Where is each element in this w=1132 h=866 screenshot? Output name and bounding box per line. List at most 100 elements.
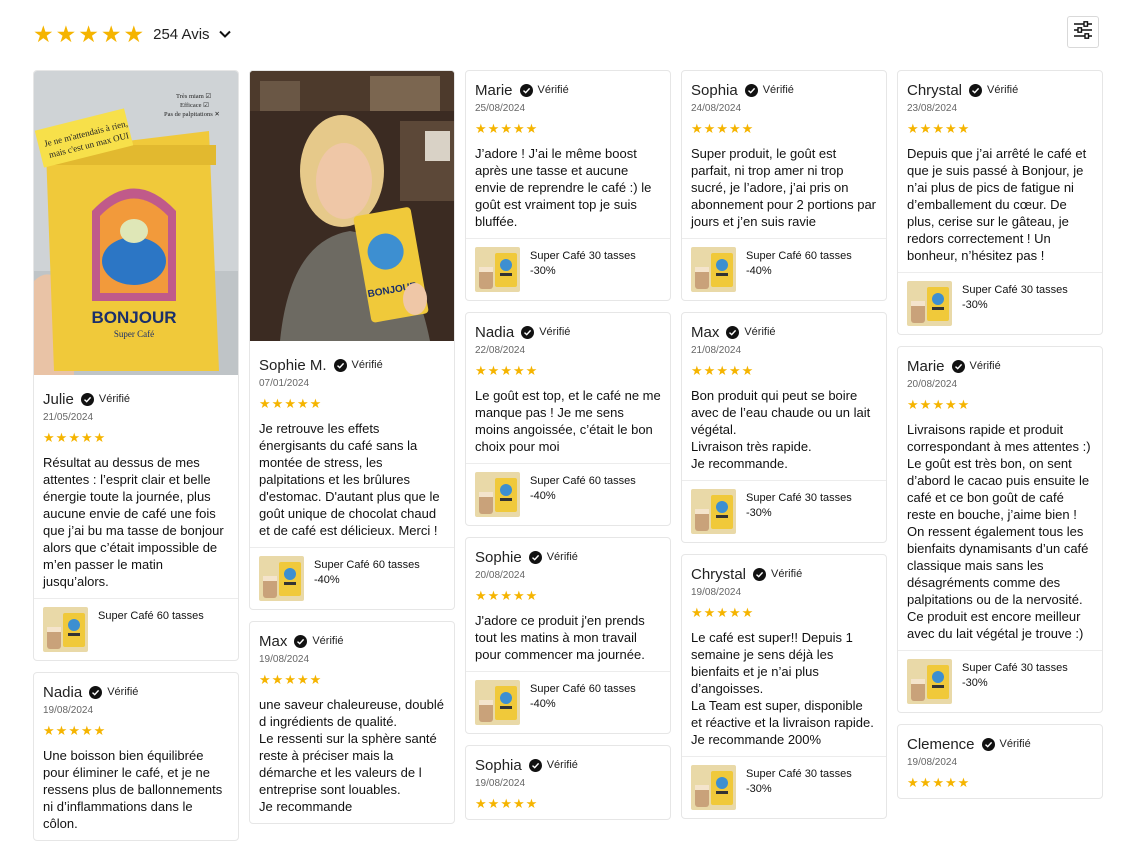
review-card[interactable]: Marie Vérifié 20/08/2024 ★★★★★ Livraisons ra…	[897, 346, 1103, 713]
star-icon: ★	[703, 363, 717, 378]
star-icon: ★	[512, 796, 526, 811]
review-body: Sophie Vérifié 20/08/2024 ★★★★★ J'adore ce p…	[466, 538, 670, 671]
star-icon: ★	[512, 363, 526, 378]
review-card[interactable]: Chrystal Vérifié 23/08/2024 ★★★★★ Depuis que…	[897, 70, 1103, 335]
product-info: Super Café 60 tasses -40%	[746, 249, 852, 279]
review-card[interactable]: Max Vérifié 21/08/2024 ★★★★★ Bon produit qui…	[681, 312, 887, 543]
review-card[interactable]: Clemence Vérifié 19/08/2024 ★★★★★	[897, 724, 1103, 799]
star-icon: ★	[919, 775, 933, 790]
review-photo-product[interactable]: BONJOURSuper CaféJe ne m'attendais à rie…	[34, 71, 238, 375]
review-card[interactable]: Marie Vérifié 25/08/2024 ★★★★★ J’adore ! J’a…	[465, 70, 671, 301]
product-thumbnail[interactable]	[691, 489, 736, 534]
product-thumbnail[interactable]	[907, 281, 952, 326]
reviewed-product[interactable]: Super Café 60 tasses	[34, 598, 238, 660]
review-photo-customer[interactable]: BONJOUR	[250, 71, 454, 341]
product-thumbnail[interactable]	[907, 659, 952, 704]
product-name[interactable]: Super Café 30 tasses	[530, 249, 636, 264]
product-name[interactable]: Super Café 60 tasses	[98, 609, 204, 624]
reviewer-name: Clemence	[907, 735, 975, 753]
review-date: 22/08/2024	[475, 345, 526, 356]
star-icon: ★	[907, 121, 920, 136]
star-icon: ★	[741, 363, 755, 378]
rating-summary[interactable]: ★ ★ ★ ★ ★ 254 Avis	[33, 22, 232, 46]
star-icon: ★	[55, 21, 77, 47]
review-card[interactable]: Nadia Vérifié 19/08/2024 ★★★★★ Une boisson b…	[33, 672, 239, 841]
review-header: Max Vérifié	[259, 632, 445, 650]
review-card[interactable]: BONJOUR Sophie M. Vérifié 07/01/2024 ★★★★★ Je…	[249, 70, 455, 610]
review-body: Marie Vérifié 25/08/2024 ★★★★★ J’adore ! J’a…	[466, 71, 670, 238]
review-card[interactable]: Sophia Vérifié 24/08/2024 ★★★★★ Super produi…	[681, 70, 887, 301]
product-discount: -30%	[746, 507, 772, 519]
filter-button[interactable]	[1067, 16, 1099, 48]
product-thumbnail[interactable]	[691, 247, 736, 292]
product-name[interactable]: Super Café 30 tasses	[962, 283, 1068, 298]
star-icon: ★	[487, 796, 501, 811]
review-text: J’adore ! J’ai le même boost après une t…	[475, 146, 652, 229]
reviewed-product[interactable]: Super Café 60 tasses -40%	[682, 238, 886, 300]
star-icon: ★	[80, 723, 94, 738]
reviewed-product[interactable]: Super Café 60 tasses -40%	[466, 671, 670, 733]
star-icon: ★	[475, 363, 488, 378]
review-count[interactable]: 254 Avis	[153, 26, 209, 43]
review-photo[interactable]: BONJOUR	[250, 71, 454, 346]
review-card[interactable]: Max Vérifié 19/08/2024 ★★★★★ une saveur chal…	[249, 621, 455, 824]
product-name[interactable]: Super Café 60 tasses	[314, 558, 420, 573]
product-info: Super Café 60 tasses -40%	[530, 682, 636, 712]
verified-label: Vérifié	[969, 360, 1001, 372]
star-icon: ★	[123, 21, 145, 47]
product-name[interactable]: Super Café 30 tasses	[746, 767, 852, 782]
product-thumbnail[interactable]	[475, 247, 520, 292]
reviewed-product[interactable]: Super Café 30 tasses -30%	[466, 238, 670, 300]
review-card[interactable]: Sophie Vérifié 20/08/2024 ★★★★★ J'adore ce p…	[465, 537, 671, 734]
star-icon: ★	[259, 396, 272, 411]
product-name[interactable]: Super Café 60 tasses	[530, 682, 636, 697]
star-icon: ★	[55, 723, 69, 738]
product-thumbnail[interactable]	[43, 607, 88, 652]
reviewed-product[interactable]: Super Café 60 tasses -40%	[250, 547, 454, 609]
verified-label: Vérifié	[771, 568, 803, 580]
svg-text:Pas de palpitations ✕: Pas de palpitations ✕	[164, 111, 220, 118]
star-icon: ★	[55, 430, 69, 445]
chevron-down-icon[interactable]	[218, 27, 232, 41]
star-icon: ★	[957, 121, 971, 136]
verified-label: Vérifié	[546, 551, 578, 563]
reviewed-product[interactable]: Super Café 30 tasses -30%	[898, 650, 1102, 712]
star-icon: ★	[93, 430, 107, 445]
review-text: Le café est super!! Depuis 1 semaine je …	[691, 630, 874, 747]
sliders-icon	[1073, 20, 1093, 44]
product-info: Super Café 30 tasses -30%	[530, 249, 636, 279]
reviewer-name: Chrystal	[907, 81, 963, 99]
star-icon: ★	[728, 363, 742, 378]
check-circle-icon	[528, 758, 542, 772]
review-card[interactable]: BONJOUR Super Café Je ne m'attendais à rie…	[33, 70, 239, 661]
product-thumbnail[interactable]	[259, 556, 304, 601]
reviewed-product[interactable]: Super Café 30 tasses -30%	[898, 272, 1102, 334]
product-name[interactable]: Super Café 60 tasses	[530, 474, 636, 489]
product-info: Super Café 30 tasses -30%	[746, 491, 852, 521]
review-date: 07/01/2024	[259, 378, 310, 389]
product-discount: -40%	[314, 574, 340, 586]
review-text: Depuis que j’ai arrêté le café et que je…	[907, 146, 1087, 263]
product-thumbnail[interactable]	[475, 472, 520, 517]
star-icon: ★	[703, 121, 717, 136]
reviewed-product[interactable]: Super Café 60 tasses -40%	[466, 463, 670, 525]
reviewed-product[interactable]: Super Café 30 tasses -30%	[682, 480, 886, 542]
product-name[interactable]: Super Café 30 tasses	[746, 491, 852, 506]
review-card[interactable]: Sophia Vérifié 19/08/2024 ★★★★★	[465, 745, 671, 820]
review-photo[interactable]: BONJOUR Super Café Je ne m'attendais à rie…	[34, 71, 238, 380]
review-column: Sophia Vérifié 24/08/2024 ★★★★★ Super produi…	[681, 70, 887, 830]
star-icon: ★	[33, 21, 54, 47]
product-name[interactable]: Super Café 60 tasses	[746, 249, 852, 264]
review-card[interactable]: Nadia Vérifié 22/08/2024 ★★★★★ Le goût est t…	[465, 312, 671, 526]
product-thumbnail[interactable]	[691, 765, 736, 810]
review-card[interactable]: Chrystal Vérifié 19/08/2024 ★★★★★ Le café es…	[681, 554, 887, 819]
star-icon: ★	[500, 796, 513, 811]
review-date: 19/08/2024	[475, 778, 526, 789]
reviewed-product[interactable]: Super Café 30 tasses -30%	[682, 756, 886, 818]
reviewer-name: Marie	[475, 81, 513, 99]
review-stars: ★★★★★	[259, 673, 445, 687]
review-text: Une boisson bien équilibrée pour élimine…	[43, 748, 223, 831]
product-thumbnail[interactable]	[475, 680, 520, 725]
star-icon: ★	[475, 796, 488, 811]
product-name[interactable]: Super Café 30 tasses	[962, 661, 1068, 676]
